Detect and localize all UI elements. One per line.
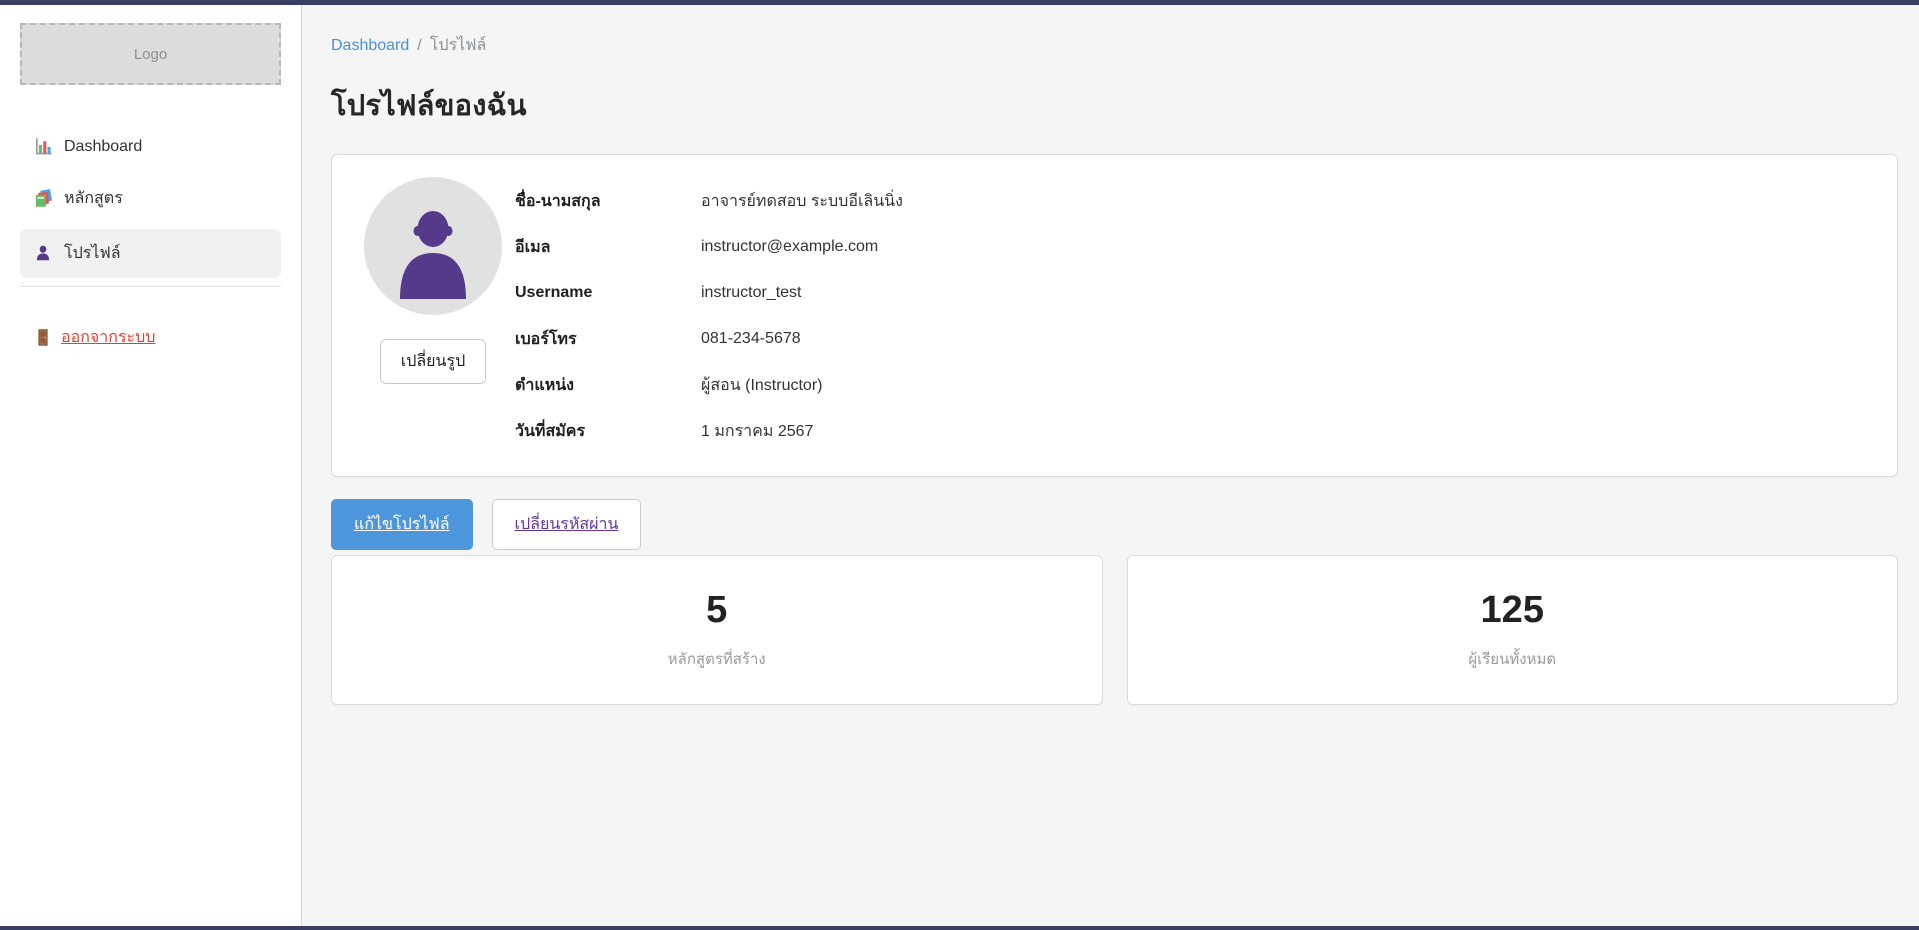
field-label: Username [515, 284, 701, 302]
sidebar-item-dashboard[interactable]: Dashboard [20, 125, 281, 168]
profile-card: เปลี่ยนรูป ชื่อ-นามสกุล อาจารย์ทดสอบ ระบ… [331, 154, 1898, 477]
field-value: instructor@example.com [701, 238, 878, 256]
edit-profile-button[interactable]: แก้ไขโปรไฟล์ [331, 499, 473, 550]
field-row-phone: เบอร์โทร 081-234-5678 [515, 316, 1872, 362]
change-password-button[interactable]: เปลี่ยนรหัสผ่าน [492, 499, 642, 550]
field-value: อาจารย์ทดสอบ ระบบอีเลินนิ่ง [701, 189, 903, 214]
field-row-register-date: วันที่สมัคร 1 มกราคม 2567 [515, 408, 1872, 454]
bar-chart-icon [34, 137, 53, 156]
logo-text: Logo [134, 46, 167, 63]
logout-label: ออกจากระบบ [61, 325, 155, 350]
books-icon [34, 189, 53, 208]
field-value: 1 มกราคม 2567 [701, 419, 813, 444]
logo-placeholder: Logo [20, 23, 281, 85]
main-content: Dashboard / โปรไฟล์ โปรไฟล์ของฉัน [302, 5, 1919, 926]
avatar [364, 177, 502, 315]
change-password-link[interactable]: เปลี่ยนรหัสผ่าน [515, 516, 619, 533]
breadcrumb: Dashboard / โปรไฟล์ [331, 33, 1898, 58]
sidebar-item-courses[interactable]: หลักสูตร [20, 174, 281, 223]
sidebar-divider [20, 286, 281, 287]
field-value: instructor_test [701, 284, 801, 302]
bottom-accent-bar [0, 926, 1919, 930]
field-row-username: Username instructor_test [515, 270, 1872, 316]
sidebar-item-label: โปรไฟล์ [64, 241, 121, 266]
field-row-position: ตำแหน่ง ผู้สอน (Instructor) [515, 362, 1872, 408]
field-label: อีเมล [515, 235, 701, 260]
sidebar-item-label: หลักสูตร [64, 186, 123, 211]
bust-icon [393, 205, 473, 301]
stat-label: ผู้เรียนทั้งหมด [1468, 647, 1556, 671]
logout-link[interactable]: ออกจากระบบ [34, 325, 155, 350]
field-row-email: อีเมล instructor@example.com [515, 224, 1872, 270]
avatar-column: เปลี่ยนรูป [357, 177, 509, 454]
door-icon [34, 328, 52, 347]
field-label: ตำแหน่ง [515, 373, 701, 398]
stat-label: หลักสูตรที่สร้าง [668, 647, 766, 671]
sidebar-item-profile[interactable]: โปรไฟล์ [20, 229, 281, 278]
breadcrumb-dashboard-link[interactable]: Dashboard [331, 37, 409, 55]
page-title: โปรไฟล์ของฉัน [331, 82, 1898, 128]
change-photo-button[interactable]: เปลี่ยนรูป [380, 339, 487, 384]
stat-card-courses-created: 5 หลักสูตรที่สร้าง [331, 555, 1103, 705]
field-value: 081-234-5678 [701, 330, 801, 348]
stat-value: 5 [706, 589, 727, 632]
edit-profile-link[interactable]: แก้ไขโปรไฟล์ [354, 516, 450, 533]
stats-row: 5 หลักสูตรที่สร้าง 125 ผู้เรียนทั้งหมด [331, 555, 1898, 705]
field-label: เบอร์โทร [515, 327, 701, 352]
stat-value: 125 [1481, 589, 1544, 632]
profile-actions: แก้ไขโปรไฟล์ เปลี่ยนรหัสผ่าน [331, 499, 1898, 550]
sidebar: Logo Dashboard [0, 5, 302, 926]
breadcrumb-current: โปรไฟล์ [430, 33, 487, 58]
field-label: วันที่สมัคร [515, 419, 701, 444]
sidebar-nav: Dashboard หลักสูตร [20, 125, 281, 278]
profile-fields: ชื่อ-นามสกุล อาจารย์ทดสอบ ระบบอีเลินนิ่ง… [515, 177, 1872, 454]
field-row-fullname: ชื่อ-นามสกุล อาจารย์ทดสอบ ระบบอีเลินนิ่ง [515, 178, 1872, 224]
breadcrumb-separator: / [417, 37, 421, 55]
field-value: ผู้สอน (Instructor) [701, 373, 822, 398]
field-label: ชื่อ-นามสกุล [515, 189, 701, 214]
sidebar-item-label: Dashboard [64, 138, 142, 156]
person-icon [34, 244, 53, 263]
stat-card-total-learners: 125 ผู้เรียนทั้งหมด [1127, 555, 1899, 705]
